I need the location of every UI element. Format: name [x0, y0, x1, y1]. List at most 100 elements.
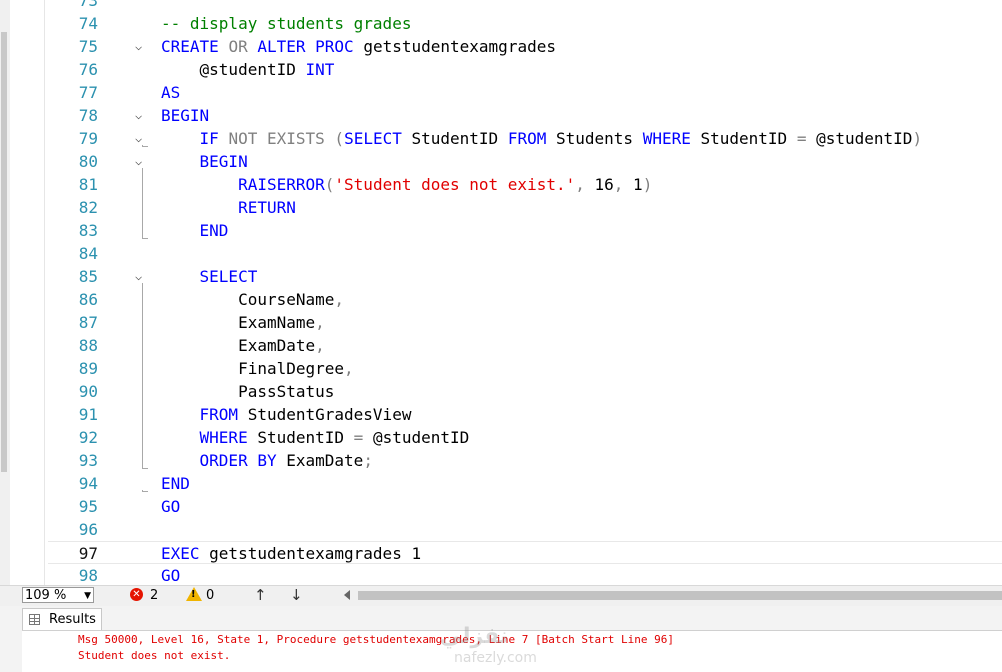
tab-results[interactable]: Results — [22, 608, 102, 630]
code-token: FinalDegree — [161, 359, 345, 378]
fold-chevron-icon[interactable]: ⌵ — [135, 270, 145, 282]
code-token: NOT — [228, 129, 258, 148]
code-line[interactable]: 90 PassStatus — [48, 380, 1002, 403]
horizontal-scrollbar[interactable] — [358, 591, 1002, 600]
code-line[interactable]: 77 AS — [48, 81, 1002, 104]
code-token: @studentID — [806, 129, 913, 148]
code-token: Students — [546, 129, 643, 148]
code-text: @studentID INT — [161, 58, 335, 81]
code-text: PassStatus — [161, 380, 334, 403]
error-count[interactable]: 2 — [150, 587, 158, 605]
line-number: 78 — [78, 106, 98, 125]
code-line[interactable]: 92 WHERE StudentID = @studentID — [48, 426, 1002, 449]
code-line[interactable]: 78 ⌵ BEGIN — [48, 104, 1002, 127]
code-token: RETURN — [238, 198, 296, 217]
code-token: PROC — [315, 37, 354, 56]
code-line[interactable]: 95 GO — [48, 495, 1002, 518]
line-number: 94 — [78, 474, 98, 493]
code-token: getstudentexamgrades — [353, 37, 556, 56]
warning-icon[interactable]: ! — [186, 587, 202, 601]
code-line[interactable]: 73 — [48, 0, 1002, 12]
code-editor[interactable]: 73 74 -- display students grades 75 ⌵ CREATE … — [48, 0, 1002, 585]
code-token: StudentGradesView — [238, 405, 412, 424]
code-token: ( — [334, 129, 345, 148]
code-line[interactable]: 82 RETURN — [48, 196, 1002, 219]
code-token: WHERE — [199, 428, 248, 447]
code-token: FROM — [199, 405, 239, 424]
code-text: IF NOT EXISTS (SELECT StudentID FROM Stu… — [161, 127, 923, 150]
code-token: GO — [161, 566, 181, 585]
results-tabstrip: Results — [0, 606, 1002, 631]
line-number: 86 — [78, 290, 98, 309]
result-message-line: Msg 50000, Level 16, State 1, Procedure … — [78, 633, 675, 646]
code-token: CourseName — [161, 290, 335, 309]
code-line[interactable]: 89 FinalDegree, — [48, 357, 1002, 380]
code-token: BY — [257, 451, 277, 470]
fold-chevron-icon[interactable]: ⌵ — [135, 155, 145, 167]
code-line[interactable]: 84 — [48, 242, 1002, 265]
outline-guide — [142, 283, 143, 468]
fold-chevron-icon[interactable]: ⌵ — [135, 132, 145, 144]
code-token: IF — [199, 129, 219, 148]
line-number: 97 — [78, 544, 98, 563]
code-line[interactable]: 85 ⌵ SELECT — [48, 265, 1002, 288]
code-token: 16 — [584, 175, 614, 194]
scroll-left-icon[interactable] — [344, 590, 350, 600]
code-token: RAISERROR — [238, 175, 325, 194]
code-line[interactable]: 98 GO — [48, 564, 1002, 585]
code-token: GO — [161, 497, 181, 516]
code-token: EXISTS — [266, 129, 325, 148]
code-token: END — [199, 221, 229, 240]
line-number: 80 — [78, 152, 98, 171]
line-number: 76 — [78, 60, 98, 79]
line-number: 73 — [78, 0, 98, 10]
code-line[interactable]: 74 -- display students grades — [48, 12, 1002, 35]
error-icon[interactable]: ✕ — [130, 588, 143, 601]
fold-chevron-icon[interactable]: ⌵ — [135, 40, 145, 52]
warning-count[interactable]: 0 — [206, 587, 214, 605]
code-token: ; — [363, 451, 373, 470]
code-text: -- display students grades — [161, 12, 411, 35]
code-line[interactable]: 79 ⌵ IF NOT EXISTS (SELECT StudentID FROM… — [48, 127, 1002, 150]
arrow-down-icon[interactable]: ↓ — [290, 586, 303, 604]
line-number: 87 — [78, 313, 98, 332]
scrollbar-thumb[interactable] — [1, 32, 7, 472]
code-line[interactable]: 91 FROM StudentGradesView — [48, 403, 1002, 426]
code-line[interactable]: 93 ORDER BY ExamDate; — [48, 449, 1002, 472]
vertical-scrollbar[interactable] — [0, 0, 10, 585]
line-number: 96 — [78, 520, 98, 539]
fold-chevron-icon[interactable]: ⌵ — [135, 109, 145, 121]
code-text: ExamDate, — [161, 334, 325, 357]
line-number: 84 — [78, 244, 98, 263]
code-line[interactable]: 96 — [48, 518, 1002, 541]
code-line[interactable]: 87 ExamName, — [48, 311, 1002, 334]
results-margin — [0, 630, 22, 672]
code-token: OR — [228, 37, 248, 56]
line-number: 75 — [78, 37, 98, 56]
code-token: ) — [642, 175, 653, 194]
code-line[interactable]: 80 ⌵ BEGIN — [48, 150, 1002, 173]
code-line[interactable]: 94 END — [48, 472, 1002, 495]
code-line[interactable]: 81 RAISERROR('Student does not exist.', … — [48, 173, 1002, 196]
code-line[interactable]: 97 EXEC getstudentexamgrades 1 — [48, 541, 1002, 564]
code-line[interactable]: 86 CourseName, — [48, 288, 1002, 311]
code-line[interactable]: 76 @studentID INT — [48, 58, 1002, 81]
code-text: ExamName, — [161, 311, 325, 334]
code-token: , — [315, 336, 325, 355]
zoom-dropdown[interactable]: 109 % ▼ — [22, 587, 94, 603]
code-line[interactable]: 83 END — [48, 219, 1002, 242]
code-text: FROM StudentGradesView — [161, 403, 412, 426]
code-line[interactable]: 75 ⌵ CREATE OR ALTER PROC getstudentexamgr… — [48, 35, 1002, 58]
code-token: = — [353, 428, 364, 447]
arrow-up-icon[interactable]: ↑ — [254, 586, 267, 604]
code-line[interactable]: 88 ExamDate, — [48, 334, 1002, 357]
